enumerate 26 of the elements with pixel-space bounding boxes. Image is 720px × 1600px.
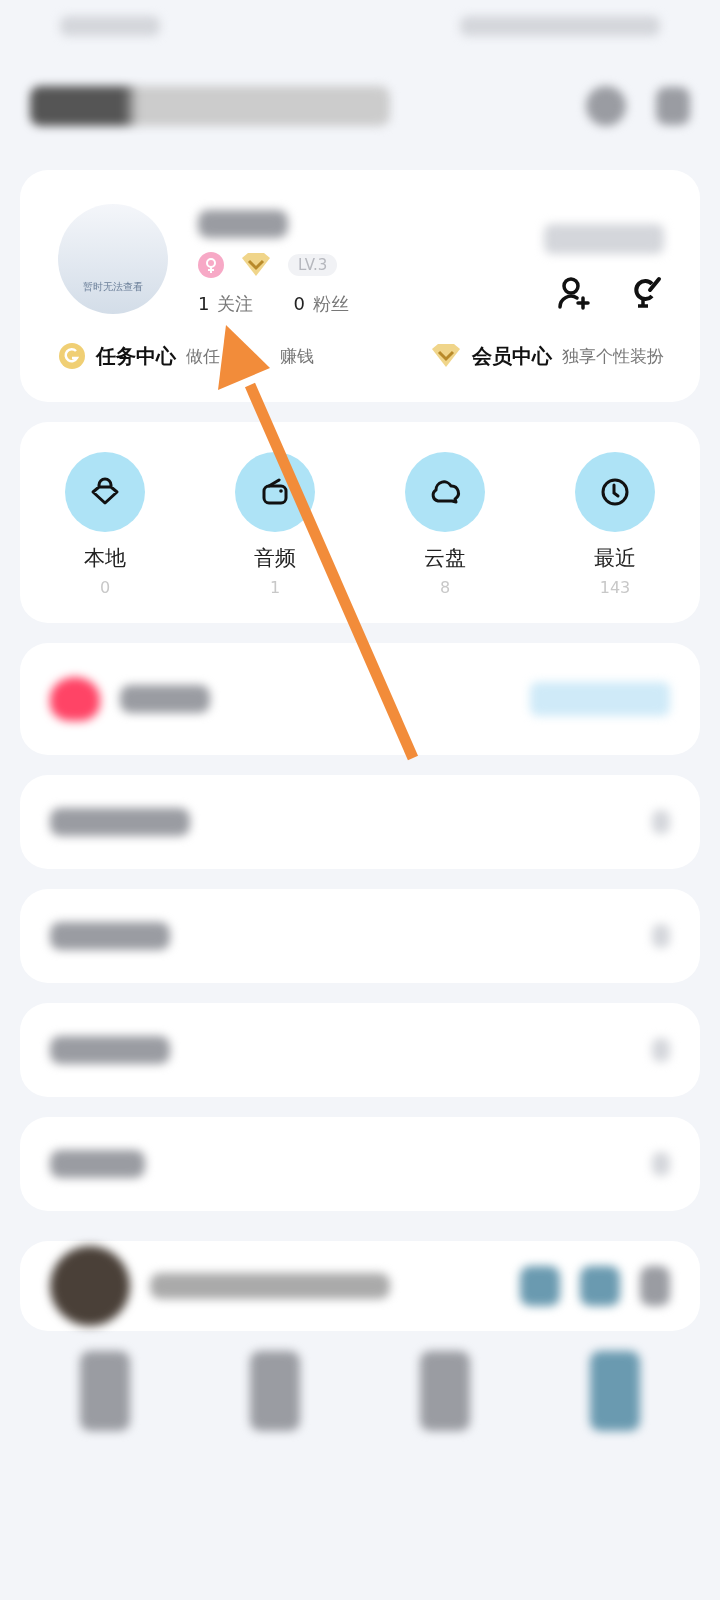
playlist-group[interactable] — [20, 1117, 700, 1211]
gender-icon — [198, 252, 224, 278]
stat-link[interactable]: 0 粉丝 — [293, 292, 349, 316]
playlist-group[interactable] — [20, 889, 700, 983]
shortcut-label: 最近 — [594, 545, 636, 572]
shortcut-label: 云盘 — [424, 545, 466, 572]
feature-link[interactable]: 任务中心 做任 赚钱 — [58, 342, 314, 370]
avatar-caption: 暂时无法查看 — [83, 280, 143, 294]
diamond-icon — [240, 252, 272, 278]
stat-link[interactable]: 1 关注 — [198, 292, 254, 316]
coin-icon — [58, 342, 86, 370]
feature-link[interactable]: 会员中心 独享个性装扮 — [430, 342, 664, 370]
add-friend-icon[interactable] — [556, 274, 592, 310]
link-subtitle: 独享个性装扮 — [562, 344, 664, 368]
mini-player[interactable] — [20, 1241, 700, 1331]
link-subtitle: 赚钱 — [280, 344, 314, 368]
link-title: 任务中心 — [96, 342, 176, 370]
level-badge: LV.3 — [288, 254, 338, 276]
link-subtitle: 做任 — [186, 344, 220, 368]
playlist-group[interactable] — [20, 1003, 700, 1097]
shortcut-label: 本地 — [84, 545, 126, 572]
shortcut-label: 音频 — [254, 545, 296, 572]
playlist-group[interactable] — [20, 775, 700, 869]
diamond-icon — [430, 343, 462, 369]
link-title: 会员中心 — [472, 342, 552, 370]
liked-card[interactable] — [20, 643, 700, 755]
